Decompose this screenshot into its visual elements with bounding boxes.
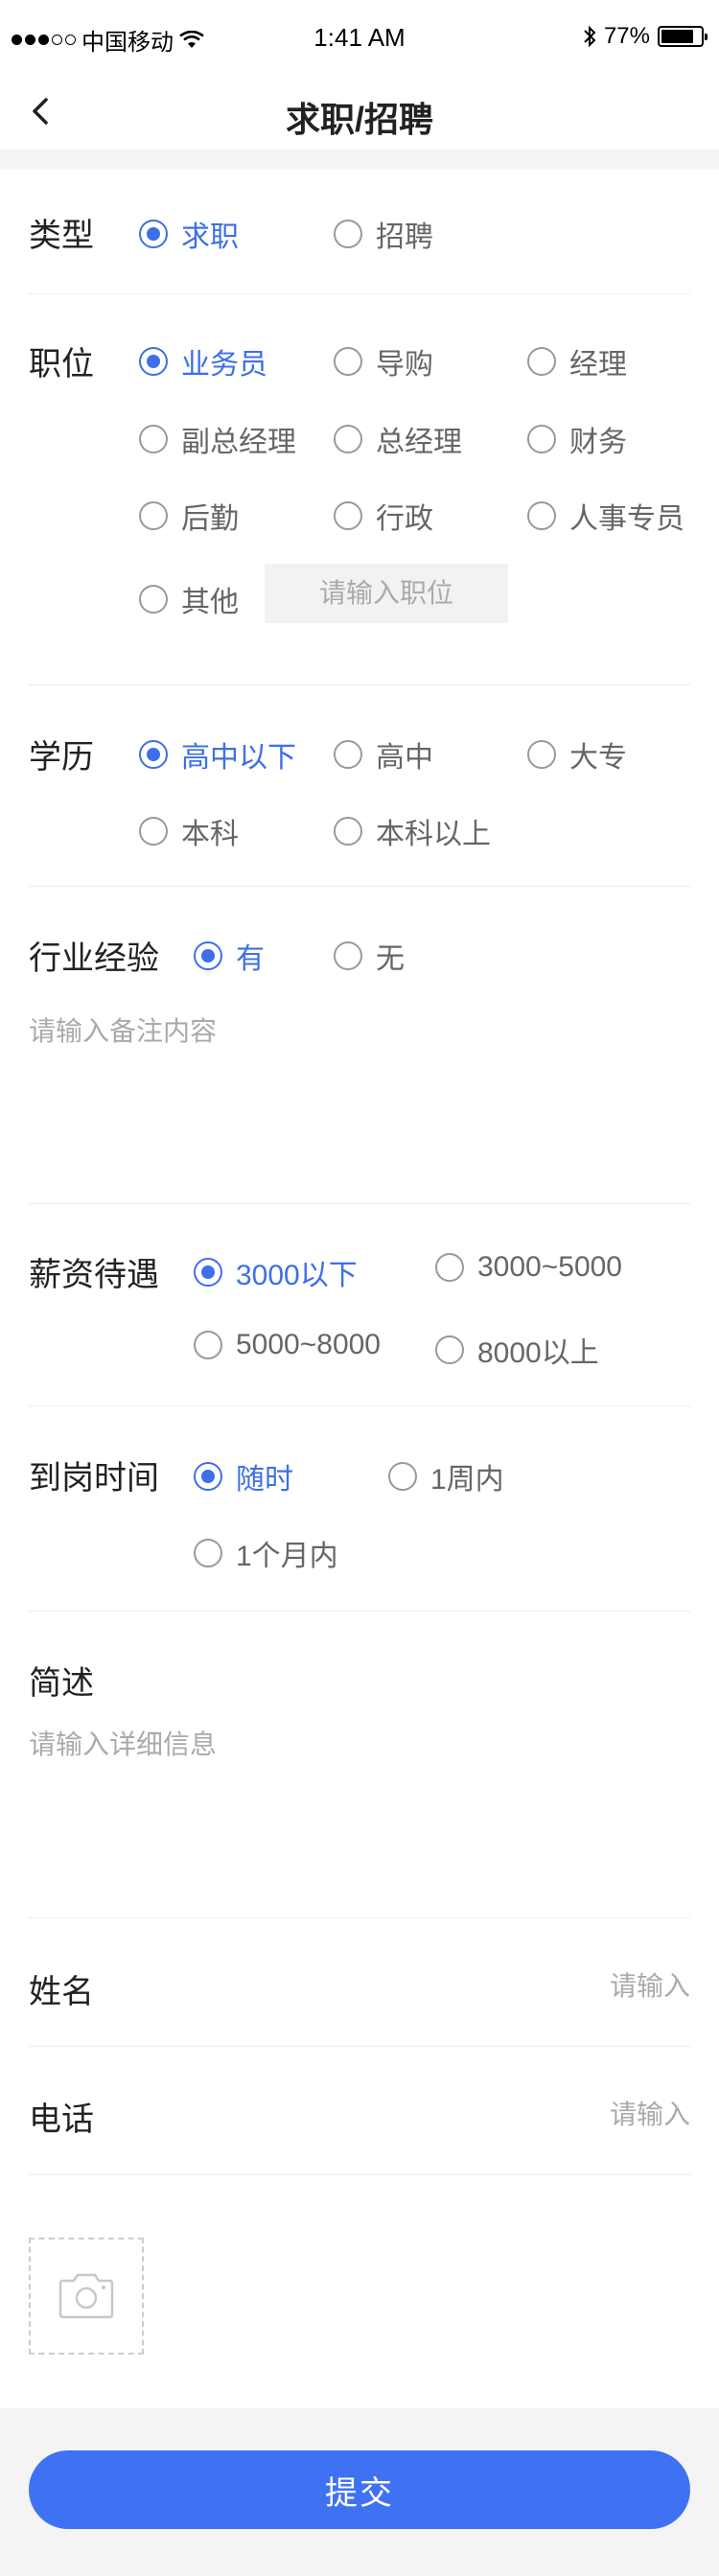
education-option-above-bachelor[interactable]: 本科以上 xyxy=(334,810,491,852)
arrival-option-one-month[interactable]: 1个月内 xyxy=(194,1532,338,1574)
radio-unchecked-icon xyxy=(435,1253,464,1282)
radio-unchecked-icon xyxy=(527,425,556,453)
radio-unchecked-icon xyxy=(527,740,556,769)
radio-checked-icon xyxy=(194,941,222,970)
radio-checked-icon xyxy=(139,740,168,769)
arrival-label: 到岗时间 xyxy=(29,1460,159,1497)
battery-percent: 77% xyxy=(603,23,650,49)
battery-icon xyxy=(658,26,707,47)
radio-unchecked-icon xyxy=(139,585,168,614)
position-option-hr[interactable]: 人事专员 xyxy=(527,495,684,537)
radio-unchecked-icon xyxy=(194,1539,222,1567)
radio-unchecked-icon xyxy=(334,501,362,530)
radio-unchecked-icon xyxy=(527,347,556,376)
divider xyxy=(29,1917,690,1918)
salary-option-5000-8000[interactable]: 5000~8000 xyxy=(194,1329,381,1361)
submit-button[interactable]: 提交 xyxy=(29,2450,690,2529)
radio-checked-icon xyxy=(194,1462,222,1491)
radio-unchecked-icon xyxy=(334,425,362,453)
other-position-input[interactable] xyxy=(265,564,508,623)
camera-icon xyxy=(58,2273,114,2319)
header-separator xyxy=(0,150,719,169)
education-label: 学历 xyxy=(29,739,94,776)
position-label: 职位 xyxy=(29,346,94,383)
page-title: 求职/招聘 xyxy=(285,100,433,139)
salary-option-below-3000[interactable]: 3000以下 xyxy=(194,1251,358,1293)
education-option-high-school[interactable]: 高中 xyxy=(334,733,433,776)
position-option-salesperson[interactable]: 业务员 xyxy=(139,340,267,383)
position-option-admin[interactable]: 行政 xyxy=(334,495,433,537)
arrival-option-one-week[interactable]: 1周内 xyxy=(388,1455,504,1497)
divider xyxy=(29,1611,690,1612)
type-option-job-seeking[interactable]: 求职 xyxy=(139,213,239,255)
salary-option-above-8000[interactable]: 8000以上 xyxy=(435,1329,599,1371)
position-option-logistics[interactable]: 后勤 xyxy=(139,495,239,537)
experience-option-no[interactable]: 无 xyxy=(334,935,405,977)
salary-option-3000-5000[interactable]: 3000~5000 xyxy=(435,1251,622,1284)
summary-label: 简述 xyxy=(29,1665,94,1702)
radio-unchecked-icon xyxy=(194,1331,222,1359)
position-option-gm[interactable]: 总经理 xyxy=(334,418,462,460)
summary-textarea[interactable] xyxy=(29,1724,690,1906)
radio-checked-icon xyxy=(194,1258,222,1287)
position-option-shopping-guide[interactable]: 导购 xyxy=(334,340,433,383)
radio-unchecked-icon xyxy=(139,817,168,846)
radio-unchecked-icon xyxy=(435,1335,464,1364)
experience-note-textarea[interactable] xyxy=(29,1010,690,1193)
radio-checked-icon xyxy=(139,347,168,376)
radio-unchecked-icon xyxy=(139,501,168,530)
radio-unchecked-icon xyxy=(388,1462,417,1491)
divider xyxy=(29,293,690,294)
name-label: 姓名 xyxy=(29,1974,94,2010)
status-bar: 中国移动 1:41 AM 77% xyxy=(0,0,719,73)
radio-unchecked-icon xyxy=(334,817,362,846)
position-option-manager[interactable]: 经理 xyxy=(527,340,627,383)
phone-label: 电话 xyxy=(29,2101,94,2138)
divider xyxy=(29,2174,690,2175)
radio-checked-icon xyxy=(139,220,168,248)
divider xyxy=(29,1405,690,1406)
radio-unchecked-icon xyxy=(139,425,168,453)
radio-unchecked-icon xyxy=(334,941,362,970)
experience-option-yes[interactable]: 有 xyxy=(194,935,265,977)
salary-label: 薪资待遇 xyxy=(29,1257,159,1293)
type-option-recruiting[interactable]: 招聘 xyxy=(334,213,433,255)
divider xyxy=(29,886,690,887)
name-input[interactable] xyxy=(403,1967,690,2006)
position-option-other[interactable]: 其他 xyxy=(139,578,239,620)
education-option-bachelor[interactable]: 本科 xyxy=(139,810,239,852)
radio-unchecked-icon xyxy=(334,347,362,376)
position-option-finance[interactable]: 财务 xyxy=(527,418,627,460)
photo-upload[interactable] xyxy=(29,2238,144,2355)
type-label: 类型 xyxy=(29,218,94,254)
radio-unchecked-icon xyxy=(334,740,362,769)
experience-label: 行业经验 xyxy=(29,940,159,977)
radio-unchecked-icon xyxy=(527,501,556,530)
education-option-below-high-school[interactable]: 高中以下 xyxy=(139,733,296,776)
divider xyxy=(29,1203,690,1204)
education-option-college[interactable]: 大专 xyxy=(527,733,627,776)
divider xyxy=(29,2046,690,2047)
bluetooth-icon xyxy=(584,25,596,48)
phone-input[interactable] xyxy=(403,2096,690,2134)
nav-bar: 求职/招聘 xyxy=(0,73,719,150)
radio-unchecked-icon xyxy=(334,220,362,248)
position-option-deputy-gm[interactable]: 副总经理 xyxy=(139,418,296,460)
arrival-option-anytime[interactable]: 随时 xyxy=(194,1455,293,1497)
